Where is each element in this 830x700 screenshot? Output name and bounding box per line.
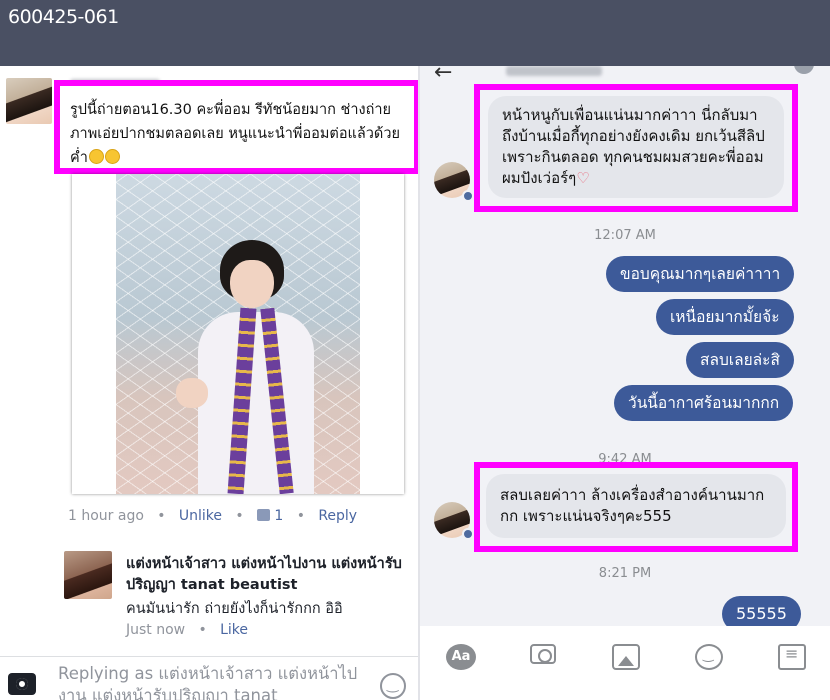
- commenter-avatar[interactable]: [6, 78, 52, 124]
- highlighted-message-1: หน้าหนูกับเพื่อนแน่นมากค่าาา นี่กลับมาถึ…: [474, 84, 798, 212]
- image-code: 600425-061: [8, 6, 119, 28]
- facebook-badge-icon: [462, 528, 474, 540]
- grin-emoji-icon: [88, 149, 104, 164]
- reply-avatar[interactable]: [64, 551, 112, 599]
- camera-icon[interactable]: [8, 673, 36, 695]
- comment-panel: รูปนี้ถ่ายตอน16.30 คะพี่ออม รีทัชน้อยมาก…: [0, 66, 418, 700]
- chat-toolbar: Aa: [420, 626, 830, 700]
- reply-like-link[interactable]: Like: [220, 622, 248, 638]
- comment-time: 1 hour ago: [68, 508, 144, 524]
- emoji-icon[interactable]: [695, 644, 723, 670]
- unlike-link[interactable]: Unlike: [179, 508, 222, 524]
- info-icon[interactable]: [794, 66, 814, 74]
- more-icon[interactable]: [778, 644, 806, 670]
- highlighted-comment: รูปนี้ถ่ายตอน16.30 คะพี่ออม รีทัชน้อยมาก…: [54, 80, 418, 174]
- comment-photo[interactable]: [72, 174, 404, 494]
- comment-meta: 1 hour ago • Unlike • 1 • Reply: [68, 508, 358, 524]
- thumbs-up-icon: [256, 509, 270, 521]
- back-arrow-icon[interactable]: ←: [434, 66, 452, 85]
- outgoing-message-2[interactable]: เหนื่อยมากมั้ยจ้ะ: [656, 299, 794, 335]
- top-bar: 600425-061: [0, 0, 830, 66]
- reply-meta: Just now • Like: [126, 622, 249, 638]
- gallery-icon[interactable]: [612, 644, 640, 670]
- incoming-message-1[interactable]: หน้าหนูกับเพื่อนแน่นมากค่าาา นี่กลับมาถึ…: [488, 96, 784, 198]
- wink-emoji-icon: [104, 149, 120, 164]
- graduate-figure: [176, 232, 320, 494]
- highlighted-message-2: สลบเลยค่าาา ล้างเครื่องสำอางค์นานมากกก เ…: [474, 462, 798, 552]
- reply-composer: Replying as แต่งหน้าเจ้าสาว แต่งหน้าไปงา…: [0, 656, 418, 700]
- reply-time: Just now: [126, 622, 186, 638]
- reply-link[interactable]: Reply: [318, 508, 357, 524]
- incoming-message-2[interactable]: สลบเลยค่าาา ล้างเครื่องสำอางค์นานมากกก เ…: [486, 474, 786, 538]
- timestamp-3: 8:21 PM: [598, 566, 652, 581]
- reply-text: คนมันน่ารัก ถ่ายยังไงก็น่ารักกก อิอิ: [126, 601, 343, 617]
- heart-emoji-icon: ♡: [576, 169, 590, 187]
- reply-author-name[interactable]: แต่งหน้าเจ้าสาว แต่งหน้าไปงาน แต่งหน้ารั…: [126, 554, 411, 596]
- reply-input[interactable]: Replying as แต่งหน้าเจ้าสาว แต่งหน้าไปงา…: [58, 663, 358, 700]
- text-format-icon[interactable]: Aa: [446, 644, 476, 670]
- outgoing-message-3[interactable]: สลบเลยล่ะสิ: [686, 342, 794, 378]
- chat-contact-name-blurred: [506, 66, 602, 76]
- timestamp-1: 12:07 AM: [594, 228, 656, 243]
- comment-text: รูปนี้ถ่ายตอน16.30 คะพี่ออม รีทัชน้อยมาก…: [70, 102, 400, 166]
- outgoing-message-4[interactable]: วันนี้อากาศร้อนมากกก: [614, 385, 794, 421]
- facebook-badge-icon: [462, 190, 474, 202]
- messenger-panel: ← หน้าหนูกับเพื่อนแน่นมากค่าาา นี่กลับมา…: [420, 66, 830, 700]
- like-count: 1: [274, 508, 284, 524]
- outgoing-message-1[interactable]: ขอบคุณมากๆเลยค่าาาา: [606, 256, 795, 292]
- emoji-icon[interactable]: [380, 673, 406, 699]
- camera-icon[interactable]: [530, 644, 556, 664]
